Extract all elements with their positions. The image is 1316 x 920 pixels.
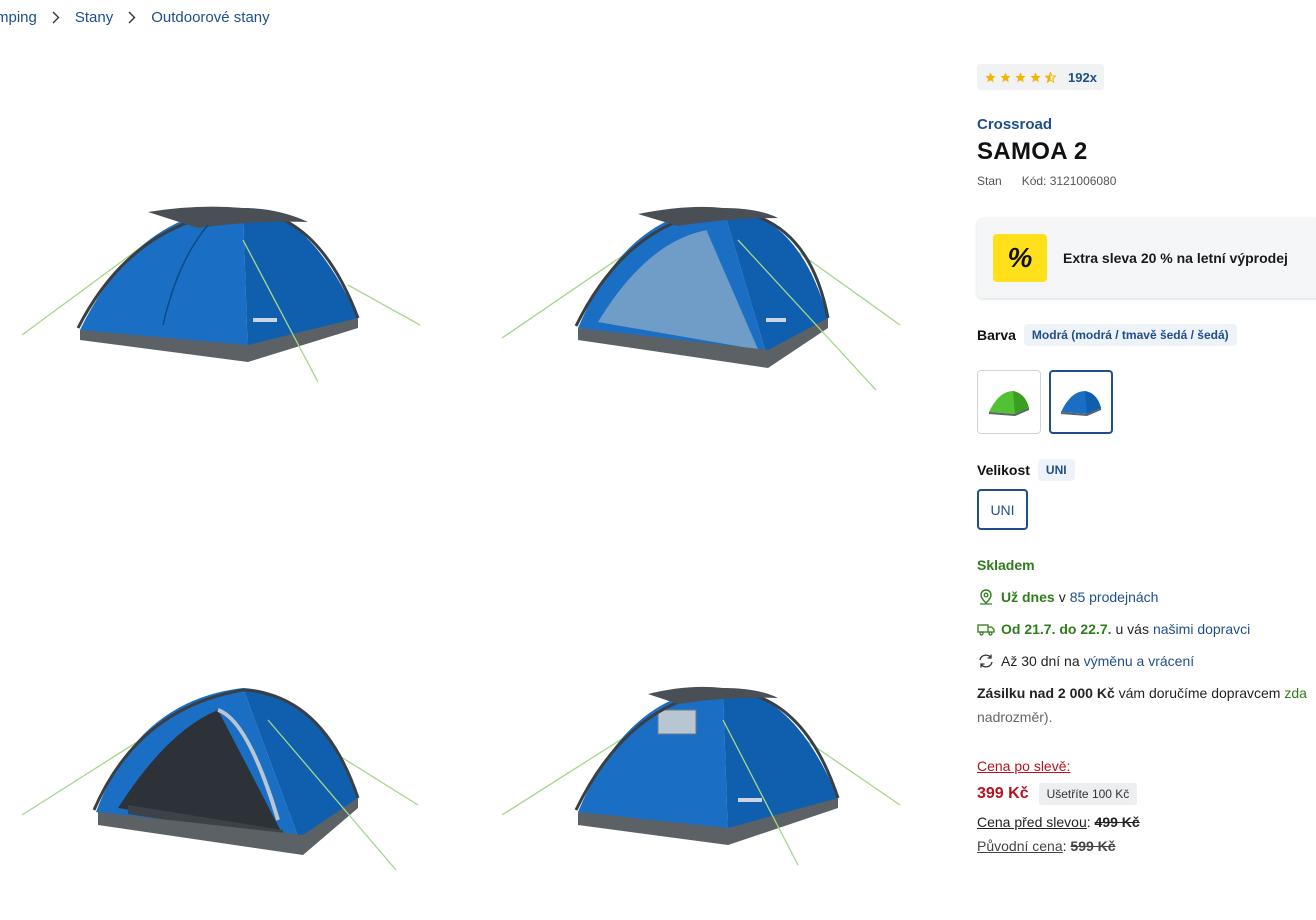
- return-info: Až 30 dní na výměnu a vrácení: [977, 652, 1194, 670]
- sale-price: 399 Kč: [977, 785, 1029, 802]
- selected-size-chip: UNI: [1037, 459, 1075, 481]
- product-title: SAMOA 2: [977, 138, 1088, 165]
- product-image-2[interactable]: [498, 200, 908, 440]
- star-icon: [1030, 71, 1041, 83]
- size-label: Velikost: [977, 462, 1030, 478]
- color-swatch-blue[interactable]: [1049, 370, 1113, 434]
- brand-link[interactable]: Crossroad: [977, 116, 1052, 133]
- price-before-label[interactable]: Cena před slevou: [977, 814, 1087, 830]
- truck-icon: [977, 620, 995, 638]
- sale-price-label-text: Cena po slevě: [977, 758, 1067, 774]
- return-text: Až 30 dní na: [1001, 653, 1080, 669]
- sale-price-label-colon: :: [1066, 758, 1071, 774]
- promo-banner[interactable]: % Extra sleva 20 % na letní výprodej: [977, 218, 1316, 298]
- size-option-uni[interactable]: UNI: [977, 489, 1028, 530]
- breadcrumb-item-stany[interactable]: Stany: [75, 9, 113, 26]
- chevron-right-icon: [127, 11, 137, 25]
- original-price-value: 599 Kč: [1070, 838, 1116, 854]
- star-icon: [1015, 71, 1026, 83]
- product-gallery: [0, 40, 940, 874]
- location-pin-icon: [977, 588, 995, 606]
- selected-color-chip: Modrá (modrá / tmavě šedá / šedá): [1023, 324, 1237, 346]
- star-half-icon: [1045, 71, 1056, 83]
- rating-count[interactable]: 192x: [1068, 70, 1097, 85]
- returns-link[interactable]: výměnu a vrácení: [1084, 653, 1195, 669]
- stock-status: Skladem: [977, 557, 1035, 573]
- delivery-info: Od 21.7. do 22.7. u vás našimi dopravci: [977, 620, 1250, 638]
- price-before-discount: Cena před slevou: 499 Kč: [977, 814, 1140, 830]
- product-type: Stan: [977, 174, 1002, 188]
- star-icon: [1000, 71, 1011, 83]
- price-before-value: 499 Kč: [1094, 814, 1140, 830]
- color-swatch-green[interactable]: [977, 370, 1041, 434]
- size-selector-header: Velikost UNI: [977, 459, 1075, 481]
- product-meta: Stan Kód: 3121006080: [977, 174, 1116, 188]
- shipping-note-line2: nadrozměr).: [977, 709, 1053, 725]
- breadcrumb-item-outdoorove-stany[interactable]: Outdoorové stany: [151, 9, 269, 26]
- refresh-icon: [977, 652, 995, 670]
- product-info-panel: 192x Crossroad SAMOA 2 Stan Kód: 3121006…: [977, 0, 1316, 874]
- product-image-1[interactable]: [18, 200, 428, 440]
- shipping-note: Zásilku nad 2 000 Kč vám doručíme doprav…: [977, 685, 1307, 701]
- product-code: Kód: 3121006080: [1021, 174, 1117, 188]
- percent-icon: %: [993, 234, 1047, 282]
- product-image-3[interactable]: [18, 680, 428, 920]
- shipping-threshold: Zásilku nad 2 000 Kč: [977, 685, 1115, 701]
- shipping-free-text: zda: [1284, 685, 1307, 701]
- carriers-link[interactable]: našimi dopravci: [1153, 621, 1250, 637]
- product-image-4[interactable]: [498, 680, 908, 920]
- promo-text: Extra sleva 20 % na letní výprodej: [1063, 250, 1288, 266]
- sale-price-label[interactable]: Cena po slevě:: [977, 758, 1070, 774]
- color-selector-header: Barva Modrá (modrá / tmavě šedá / šedá): [977, 324, 1237, 346]
- stores-link[interactable]: 85 prodejnách: [1070, 589, 1159, 605]
- store-availability-text: v: [1058, 589, 1066, 605]
- store-availability-strong: Už dnes: [1001, 589, 1055, 605]
- delivery-text: u vás: [1115, 621, 1149, 637]
- delivery-date: Od 21.7. do 22.7.: [1001, 621, 1112, 637]
- savings-badge: Ušetříte 100 Kč: [1038, 783, 1138, 805]
- rating-badge[interactable]: 192x: [977, 64, 1104, 90]
- color-label: Barva: [977, 327, 1016, 343]
- store-availability: Už dnes v 85 prodejnách: [977, 588, 1158, 606]
- original-price-label[interactable]: Původní cena: [977, 838, 1063, 854]
- breadcrumb: mping Stany Outdoorové stany: [0, 9, 270, 26]
- price-row: 399 Kč Ušetříte 100 Kč: [977, 783, 1138, 805]
- shipping-text: vám doručíme dopravcem: [1118, 685, 1281, 701]
- original-price: Původní cena: 599 Kč: [977, 838, 1116, 854]
- star-icon: [985, 71, 996, 83]
- breadcrumb-item-camping[interactable]: mping: [0, 9, 37, 26]
- chevron-right-icon: [51, 11, 61, 25]
